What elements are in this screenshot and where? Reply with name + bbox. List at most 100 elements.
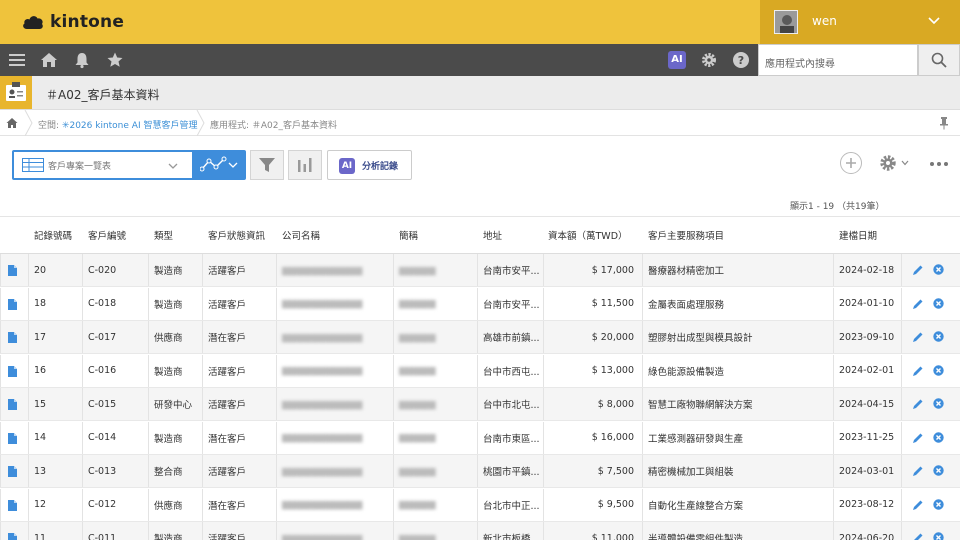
column-divider xyxy=(901,287,902,320)
table-view-icon xyxy=(22,158,44,172)
record-detail-icon[interactable] xyxy=(8,298,17,310)
table-cell: 18 xyxy=(34,298,47,309)
delete-icon[interactable] xyxy=(933,498,944,510)
analyze-records-button[interactable]: AI 分析記錄 xyxy=(327,150,412,180)
star-icon[interactable] xyxy=(106,51,124,69)
pin-icon[interactable] xyxy=(938,116,950,130)
column-header[interactable]: 類型 xyxy=(148,217,202,253)
view-dropdown[interactable]: 客戶專案一覽表 xyxy=(14,152,192,178)
table-cell: C-020 xyxy=(88,264,117,276)
table-row[interactable]: 15 C-015 研發中心 活躍客戶 ▆▆▆▆▆▆▆▆▆▆▆ ▆▆▆▆▆ 台中市北屯... $… xyxy=(0,388,960,421)
table-row[interactable]: 17 C-017 供應商 潛在客戶 ▆▆▆▆▆▆▆▆▆▆▆ ▆▆▆▆▆ 高雄市前鎮... $ … xyxy=(0,321,960,354)
table-cell: $ 8,000 xyxy=(597,398,634,410)
search-input[interactable]: 應用程式內搜尋 xyxy=(758,44,918,76)
table-cell: 智慧工廠物聯網解決方案 xyxy=(648,400,753,411)
add-record-button[interactable] xyxy=(840,152,862,174)
edit-pencil-icon[interactable] xyxy=(912,499,924,511)
bell-icon[interactable] xyxy=(73,51,91,69)
edit-pencil-icon[interactable] xyxy=(912,432,924,444)
record-detail-icon[interactable] xyxy=(8,466,17,477)
table-cell: 16 xyxy=(34,365,47,376)
record-detail-icon[interactable] xyxy=(8,432,17,444)
table-cell: 高雄市前鎮... xyxy=(483,333,540,344)
table-cell: $ 11,500 xyxy=(591,298,634,309)
delete-icon[interactable] xyxy=(933,331,944,342)
table-cell: 台北市中正... xyxy=(483,500,540,512)
table-row[interactable]: 18 C-018 製造商 活躍客戶 ▆▆▆▆▆▆▆▆▆▆▆ ▆▆▆▆▆ 台南市安平... $ … xyxy=(0,287,960,321)
delete-icon[interactable] xyxy=(933,465,944,476)
edit-pencil-icon[interactable] xyxy=(912,331,924,343)
column-header[interactable]: 資本額（萬TWD） xyxy=(543,217,642,253)
record-detail-icon[interactable] xyxy=(8,533,17,540)
edit-pencil-icon[interactable] xyxy=(912,365,924,377)
table-row[interactable]: 16 C-016 製造商 活躍客戶 ▆▆▆▆▆▆▆▆▆▆▆ ▆▆▆▆▆ 台中市西屯... $ … xyxy=(0,354,960,388)
home-icon[interactable] xyxy=(6,117,18,129)
table-cell: ▆▆▆▆▆ xyxy=(393,288,477,320)
table-cell: 潛在客戶 xyxy=(208,433,247,445)
table-cell: 活躍客戶 xyxy=(208,467,247,478)
table-header-row: 記錄號碼 客戶編號 類型 客戶狀態資訊 公司名稱 簡稱 地址 資本額（萬TWD）… xyxy=(0,216,960,254)
redacted-text: ▆▆▆▆▆ xyxy=(399,264,436,276)
chevron-down-icon[interactable] xyxy=(228,161,238,169)
column-header[interactable]: 客戶狀態資訊 xyxy=(202,217,276,253)
edit-pencil-icon[interactable] xyxy=(912,532,924,540)
filter-button[interactable] xyxy=(250,150,284,180)
hamburger-menu-icon[interactable] xyxy=(8,51,26,69)
edit-pencil-icon[interactable] xyxy=(912,398,924,410)
edit-pencil-icon[interactable] xyxy=(912,298,924,310)
kintone-logo[interactable]: kintone xyxy=(22,10,124,34)
more-options-button[interactable] xyxy=(928,153,950,173)
edit-pencil-icon[interactable] xyxy=(912,465,924,477)
record-detail-icon[interactable] xyxy=(8,399,17,410)
table-row[interactable]: 13 C-013 整合商 活躍客戶 ▆▆▆▆▆▆▆▆▆▆▆ ▆▆▆▆▆ 桃園市平鎮... $ … xyxy=(0,455,960,488)
breadcrumb-app[interactable]: 應用程式: ＃A02_客戶基本資料 xyxy=(210,118,337,131)
user-menu[interactable]: wen xyxy=(760,0,960,44)
delete-icon[interactable] xyxy=(933,264,944,275)
app-settings-button[interactable] xyxy=(878,153,910,173)
column-divider xyxy=(901,488,902,521)
table-row[interactable]: 20 C-020 製造商 活躍客戶 ▆▆▆▆▆▆▆▆▆▆▆ ▆▆▆▆▆ 台南市安平... $ … xyxy=(0,254,960,287)
gear-icon[interactable] xyxy=(700,51,718,69)
record-detail-icon[interactable] xyxy=(8,265,17,276)
table-cell: 製造商 xyxy=(154,433,183,445)
delete-icon[interactable] xyxy=(933,431,944,443)
table-row[interactable]: 12 C-012 供應商 潛在客戶 ▆▆▆▆▆▆▆▆▆▆▆ ▆▆▆▆▆ 台北市中正... $ … xyxy=(0,488,960,522)
avatar-image-icon xyxy=(775,11,797,33)
delete-icon[interactable] xyxy=(933,364,944,376)
view-selector[interactable]: 客戶專案一覽表 xyxy=(12,150,246,180)
table-cell: $ 13,000 xyxy=(591,365,634,376)
column-header[interactable]: 記錄號碼 xyxy=(28,217,82,253)
delete-icon[interactable] xyxy=(933,398,944,409)
column-header[interactable]: 建檔日期 xyxy=(833,217,901,253)
table-row[interactable]: 11 C-011 製造商 活躍客戶 ▆▆▆▆▆▆▆▆▆▆▆ ▆▆▆▆▆ 新北市板橋 $ 11,… xyxy=(0,522,960,540)
table-cell: $ 17,000 xyxy=(591,264,634,276)
column-divider xyxy=(0,287,1,320)
column-header[interactable]: 地址 xyxy=(477,217,543,253)
table-cell: ▆▆▆▆▆▆▆▆▆▆▆ xyxy=(276,288,393,320)
table-row[interactable]: 14 C-014 製造商 潛在客戶 ▆▆▆▆▆▆▆▆▆▆▆ ▆▆▆▆▆ 台南市東區... $ … xyxy=(0,421,960,455)
column-header[interactable]: 簡稱 xyxy=(393,217,477,253)
redacted-text: ▆▆▆▆▆▆▆▆▆▆▆ xyxy=(282,532,363,540)
breadcrumb-space-link[interactable]: ✳2026 kintone AI 智慧客戶管理 xyxy=(62,121,198,131)
table-cell: 桃園市平鎮... xyxy=(483,467,540,478)
column-header[interactable]: 客戶編號 xyxy=(82,217,148,253)
record-detail-icon[interactable] xyxy=(8,365,17,377)
search-button[interactable] xyxy=(918,44,960,76)
delete-icon[interactable] xyxy=(933,532,944,540)
chevron-down-icon xyxy=(928,17,940,25)
edit-pencil-icon[interactable] xyxy=(912,264,924,276)
column-header[interactable]: 公司名稱 xyxy=(276,217,393,253)
table-cell: 台南市安平... xyxy=(483,299,540,311)
delete-icon[interactable] xyxy=(933,297,944,309)
record-detail-icon[interactable] xyxy=(8,332,17,343)
record-detail-icon[interactable] xyxy=(8,499,17,511)
help-icon[interactable]: ? xyxy=(732,51,750,69)
ai-assistant-button[interactable]: AI xyxy=(668,51,686,69)
home-icon[interactable] xyxy=(40,51,58,69)
graph-view-icon[interactable] xyxy=(200,156,230,174)
column-header[interactable]: 客戶主要服務項目 xyxy=(642,217,833,253)
breadcrumb-space[interactable]: 空間: ✳2026 kintone AI 智慧客戶管理 xyxy=(38,118,197,131)
table-cell: $ 16,000 xyxy=(591,432,634,443)
chart-button[interactable] xyxy=(288,150,322,180)
bar-chart-icon xyxy=(298,158,312,172)
